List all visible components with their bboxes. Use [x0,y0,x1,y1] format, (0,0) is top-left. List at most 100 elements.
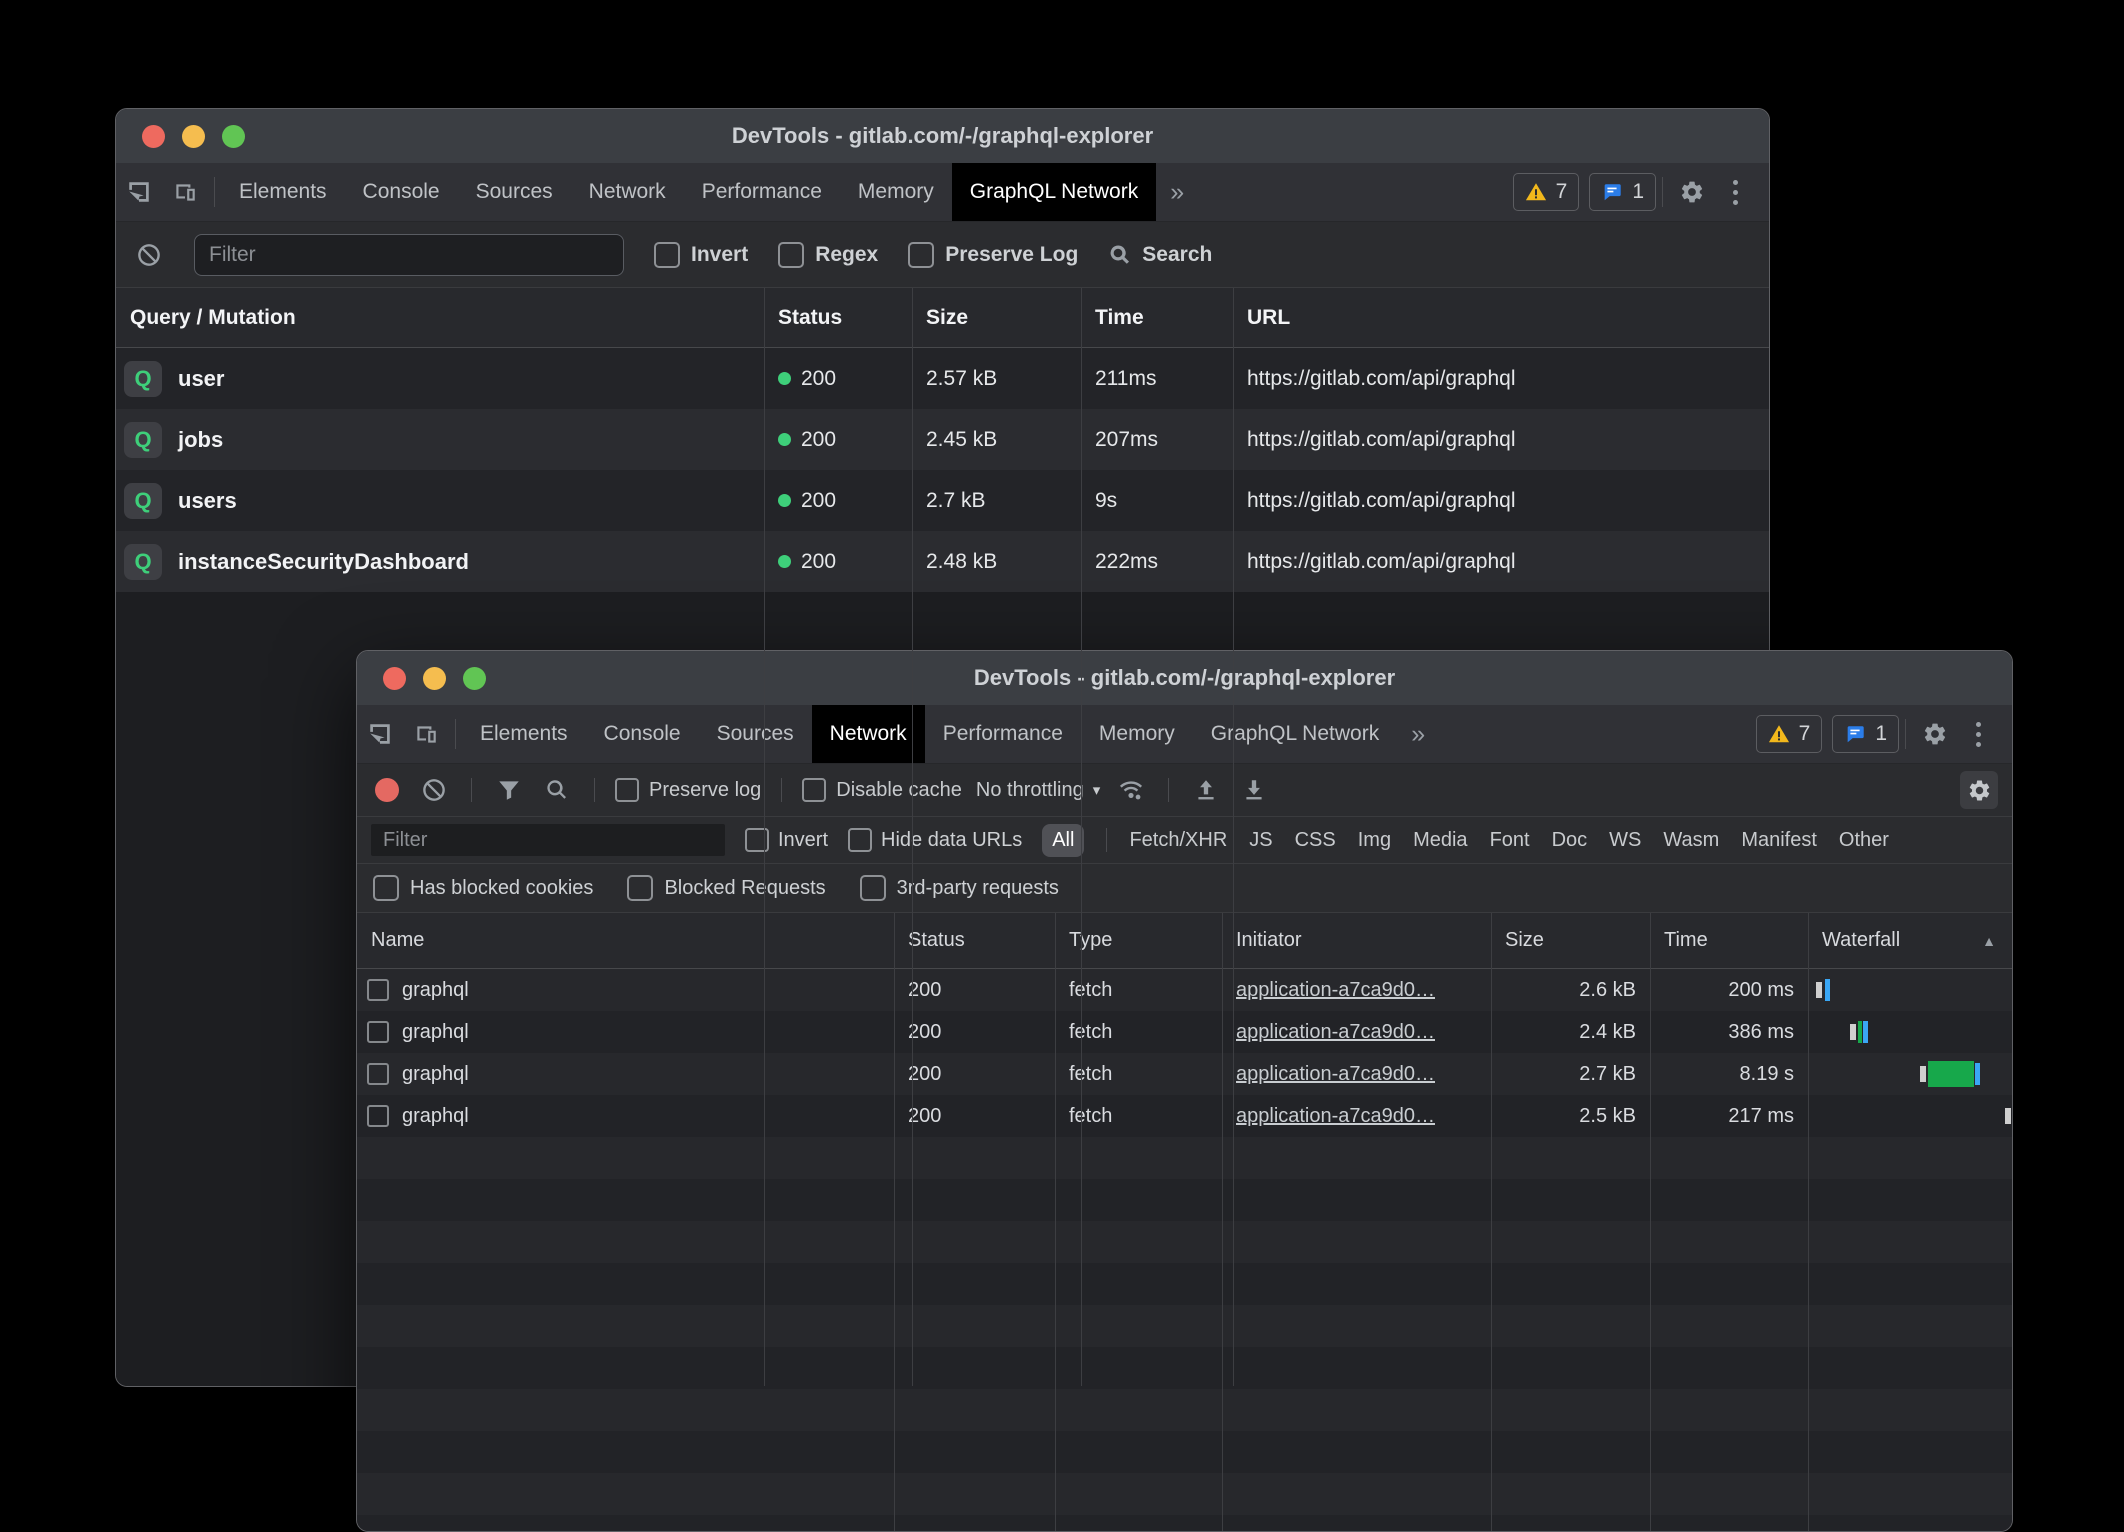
column-divider[interactable] [894,913,895,1531]
initiator-link[interactable]: application-a7ca9d0… [1236,1063,1435,1086]
query-row[interactable]: Q instanceSecurityDashboard 200 2.48 kB … [116,531,1769,592]
type-filter-font[interactable]: Font [1490,829,1530,852]
column-divider[interactable] [1055,913,1056,1531]
warnings-badge[interactable]: 7 [1513,173,1580,211]
row-checkbox[interactable] [367,979,389,1001]
tab-sources[interactable]: Sources [458,163,571,221]
type-filter-img[interactable]: Img [1358,829,1391,852]
search-icon[interactable] [540,777,574,803]
query-row[interactable]: Q users 200 2.7 kB 9s https://gitlab.com… [116,470,1769,531]
regex-checkbox[interactable]: Regex [778,242,878,268]
filter-input[interactable] [194,234,624,276]
menu-dots-icon[interactable] [1715,180,1755,205]
more-tabs-icon[interactable]: » [1156,163,1198,221]
warnings-badge[interactable]: 7 [1756,715,1823,753]
network-settings-button[interactable] [1960,771,1998,809]
more-tabs-icon[interactable]: » [1397,705,1439,763]
tab-performance[interactable]: Performance [925,705,1081,763]
record-button[interactable] [375,778,399,802]
request-row[interactable]: graphql 200 fetch application-a7ca9d0… 2… [357,1053,2012,1095]
column-divider[interactable] [1650,913,1651,1531]
search-button[interactable]: Search [1108,243,1212,267]
type-filter-other[interactable]: Other [1839,829,1889,852]
type-filter-media[interactable]: Media [1413,829,1467,852]
disable-cache-checkbox[interactable]: Disable cache [802,778,962,802]
tab-memory[interactable]: Memory [840,163,952,221]
request-row[interactable]: graphql 200 fetch application-a7ca9d0… 2… [357,969,2012,1011]
query-row[interactable]: Q user 200 2.57 kB 211ms https://gitlab.… [116,348,1769,409]
initiator-link[interactable]: application-a7ca9d0… [1236,1021,1435,1044]
clear-icon[interactable] [134,242,164,268]
titlebar[interactable]: DevTools - gitlab.com/-/graphql-explorer [357,651,2012,705]
request-row[interactable]: graphql 200 fetch application-a7ca9d0… 2… [357,1095,2012,1137]
type-filter-manifest[interactable]: Manifest [1741,829,1817,852]
tab-graphql-network[interactable]: GraphQL Network [1193,705,1397,763]
column-header-status[interactable]: Status [894,913,1055,968]
tab-network[interactable]: Network [571,163,684,221]
export-har-icon[interactable] [1237,777,1271,803]
filter-funnel-icon[interactable] [492,777,526,803]
inspect-element-icon[interactable] [357,705,403,763]
issues-badge[interactable]: 1 [1832,715,1899,753]
query-row[interactable]: Q jobs 200 2.45 kB 207ms https://gitlab.… [116,409,1769,470]
column-divider[interactable] [912,288,913,1386]
type-filter-wasm[interactable]: Wasm [1663,829,1719,852]
column-header-waterfall[interactable]: Waterfall ▲ [1808,913,2012,968]
menu-dots-icon[interactable] [1958,722,1998,747]
tab-graphql-network[interactable]: GraphQL Network [952,163,1156,221]
row-checkbox[interactable] [367,1063,389,1085]
tab-console[interactable]: Console [345,163,458,221]
network-conditions-icon[interactable] [1114,777,1148,803]
type-filter-fetch-xhr[interactable]: Fetch/XHR [1129,829,1227,852]
invert-checkbox[interactable]: Invert [654,242,748,268]
tab-performance[interactable]: Performance [684,163,840,221]
preserve-log-checkbox[interactable]: Preserve Log [908,242,1078,268]
import-har-icon[interactable] [1189,777,1223,803]
column-header-query-mutation[interactable]: Query / Mutation [116,288,764,347]
column-header-initiator[interactable]: Initiator [1222,913,1491,968]
column-header-size[interactable]: Size [1491,913,1650,968]
column-divider[interactable] [764,288,765,1386]
invert-checkbox[interactable]: Invert [745,828,828,852]
tab-elements[interactable]: Elements [221,163,345,221]
filter-input[interactable] [371,824,725,856]
column-header-size[interactable]: Size [912,288,1081,347]
initiator-link[interactable]: application-a7ca9d0… [1236,1105,1435,1128]
type-filter-doc[interactable]: Doc [1552,829,1588,852]
column-header-url[interactable]: URL [1233,288,1769,347]
type-filter-all[interactable]: All [1042,824,1084,857]
settings-gear-icon[interactable] [1669,179,1715,205]
initiator-link[interactable]: application-a7ca9d0… [1236,979,1435,1002]
device-toolbar-icon[interactable] [403,705,449,763]
type-filter-ws[interactable]: WS [1609,829,1641,852]
tab-console[interactable]: Console [586,705,699,763]
row-checkbox[interactable] [367,1105,389,1127]
tab-elements[interactable]: Elements [462,705,586,763]
clear-icon[interactable] [417,777,451,803]
has-blocked-cookies-checkbox[interactable]: Has blocked cookies [373,875,593,901]
column-divider[interactable] [1081,288,1082,1386]
inspect-element-icon[interactable] [116,163,162,221]
column-divider[interactable] [1233,288,1234,1386]
column-divider[interactable] [1491,913,1492,1531]
type-filter-css[interactable]: CSS [1295,829,1336,852]
type-filter-js[interactable]: JS [1249,829,1272,852]
column-divider[interactable] [1222,913,1223,1531]
tab-network[interactable]: Network [812,705,925,763]
device-toolbar-icon[interactable] [162,163,208,221]
titlebar[interactable]: DevTools - gitlab.com/-/graphql-explorer [116,109,1769,163]
third-party-requests-checkbox[interactable]: 3rd-party requests [860,875,1059,901]
settings-gear-icon[interactable] [1912,721,1958,747]
column-header-status[interactable]: Status [764,288,912,347]
column-divider[interactable] [1808,913,1809,1531]
column-header-name[interactable]: Name [357,913,894,968]
tab-sources[interactable]: Sources [699,705,812,763]
column-header-time[interactable]: Time [1081,288,1233,347]
row-checkbox[interactable] [367,1021,389,1043]
tab-memory[interactable]: Memory [1081,705,1193,763]
column-header-time[interactable]: Time [1650,913,1808,968]
preserve-log-checkbox[interactable]: Preserve log [615,778,761,802]
hide-data-urls-checkbox[interactable]: Hide data URLs [848,828,1022,852]
request-row[interactable]: graphql 200 fetch application-a7ca9d0… 2… [357,1011,2012,1053]
blocked-requests-checkbox[interactable]: Blocked Requests [627,875,825,901]
